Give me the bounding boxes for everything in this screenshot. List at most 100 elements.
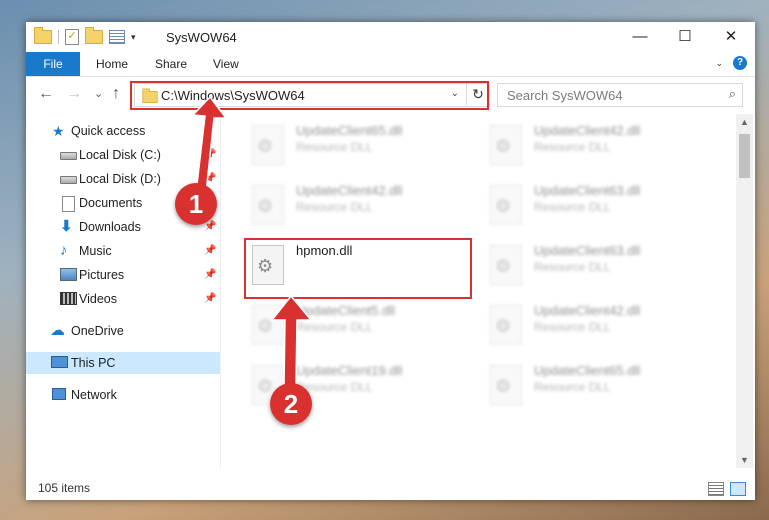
ribbon-right-controls: ⌄ ?	[715, 56, 747, 70]
file-item[interactable]: UpdateClient42.dll Resource DLL	[486, 300, 706, 352]
recent-locations-button[interactable]: ⌄	[94, 87, 103, 100]
sidebar-item-videos[interactable]: Videos 📌	[26, 288, 220, 310]
file-name: UpdateClient63.dll	[534, 243, 641, 258]
file-item[interactable]: UpdateClient65.dll Resource DLL	[486, 360, 706, 412]
sidebar-item-pictures[interactable]: Pictures 📌	[26, 264, 220, 286]
scroll-thumb[interactable]	[739, 134, 750, 178]
window-title: SysWOW64	[166, 30, 237, 45]
file-type: Resource DLL	[296, 320, 373, 334]
star-icon: ★	[52, 123, 65, 139]
tab-share[interactable]: Share	[155, 52, 187, 76]
dll-file-icon	[252, 305, 284, 345]
dll-file-icon	[252, 125, 284, 165]
new-folder-icon[interactable]	[85, 27, 103, 44]
tab-view[interactable]: View	[213, 52, 239, 76]
pin-icon[interactable]: 📌	[204, 144, 216, 166]
minimize-button[interactable]: —	[617, 22, 663, 52]
pin-icon[interactable]: 📌	[204, 264, 216, 286]
expand-ribbon-chevron-icon[interactable]: ⌄	[715, 58, 723, 69]
scroll-down-arrow-icon[interactable]: ▼	[740, 455, 749, 465]
file-type: Resource DLL	[296, 200, 373, 214]
large-icons-view-icon[interactable]	[730, 482, 746, 496]
file-name: UpdateClient42.dll	[296, 183, 403, 198]
file-item[interactable]: UpdateClient42.dll Resource DLL	[248, 180, 468, 232]
dll-file-icon	[490, 125, 522, 165]
file-type: Resource DLL	[534, 260, 611, 274]
file-type: Resource DLL	[534, 320, 611, 334]
sidebar-item-label: Quick access	[71, 124, 146, 138]
dll-file-icon	[490, 185, 522, 225]
sidebar-item-label: Videos	[79, 292, 117, 306]
dll-file-icon	[490, 245, 522, 285]
file-name: UpdateClient42.dll	[534, 303, 641, 318]
tab-file[interactable]: File	[26, 52, 80, 76]
file-type: Resource DLL	[534, 140, 611, 154]
status-bar: 105 items	[26, 476, 755, 500]
file-item[interactable]: UpdateClient63.dll Resource DLL	[486, 240, 706, 292]
vertical-scrollbar[interactable]: ▲ ▼	[736, 114, 753, 468]
sidebar-item-label: Music	[79, 244, 112, 258]
file-item[interactable]: UpdateClient65.dll Resource DLL	[248, 120, 468, 172]
navigation-pane: ★ Quick access Local Disk (C:) 📌 Local D…	[26, 114, 221, 468]
item-count: 105 items	[38, 481, 91, 495]
sidebar-item-label: Documents	[79, 196, 143, 210]
help-icon[interactable]: ?	[733, 56, 747, 70]
network-icon	[52, 388, 66, 400]
properties-icon[interactable]	[109, 30, 125, 44]
drive-icon	[60, 176, 77, 184]
search-input[interactable]: Search SysWOW64	[507, 88, 623, 103]
scroll-up-arrow-icon[interactable]: ▲	[740, 117, 749, 127]
file-name: UpdateClient65.dll	[534, 363, 641, 378]
file-highlight	[244, 238, 472, 299]
details-view-icon[interactable]	[708, 482, 724, 496]
sidebar-item-music[interactable]: ♪ Music 📌	[26, 240, 220, 262]
file-type: Resource DLL	[534, 380, 611, 394]
sidebar-item-label: This PC	[71, 356, 116, 370]
file-name: UpdateClient65.dll	[296, 123, 403, 138]
documents-icon	[62, 196, 75, 212]
file-name: UpdateClient19.dll	[296, 363, 403, 378]
sidebar-item-label: Local Disk (C:)	[79, 148, 161, 162]
videos-icon	[60, 292, 77, 305]
maximize-button[interactable]: ☐	[662, 22, 708, 52]
music-icon: ♪	[60, 242, 68, 259]
toolbar-separator	[58, 30, 59, 44]
search-box[interactable]: Search SysWOW64 ⌕	[497, 83, 743, 107]
ribbon-tabs: File Home Share View ⌄ ?	[26, 52, 755, 77]
up-button[interactable]: ↑	[112, 85, 120, 103]
title-bar: ✓ ▾ SysWOW64 — ☐ ✕	[26, 22, 755, 52]
address-bar-highlight	[130, 81, 489, 110]
drive-icon	[60, 152, 77, 160]
file-type: Resource DLL	[534, 200, 611, 214]
step-2-badge: 2	[270, 383, 312, 425]
file-name: UpdateClient42.dll	[534, 123, 641, 138]
computer-icon	[51, 356, 68, 368]
sidebar-item-this-pc[interactable]: This PC	[26, 352, 220, 374]
sidebar-item-label: Downloads	[79, 220, 141, 234]
back-button[interactable]: ←	[38, 85, 54, 103]
sidebar-item-onedrive[interactable]: ☁ OneDrive	[26, 320, 220, 342]
folder-icon[interactable]	[34, 27, 52, 44]
step-1-badge: 1	[175, 183, 217, 225]
pin-icon[interactable]: 📌	[204, 240, 216, 262]
download-icon: ⬇	[60, 218, 73, 235]
quick-access-toolbar: ✓ ▾	[34, 27, 136, 46]
properties-check-icon[interactable]: ✓	[65, 29, 79, 45]
forward-button[interactable]: →	[66, 85, 82, 103]
file-item[interactable]: UpdateClient5.dll Resource DLL	[248, 300, 468, 352]
tab-home[interactable]: Home	[96, 52, 128, 76]
file-item[interactable]: UpdateClient63.dll Resource DLL	[486, 180, 706, 232]
sidebar-item-network[interactable]: Network	[26, 384, 220, 406]
sidebar-item-label: Local Disk (D:)	[79, 172, 161, 186]
dll-file-icon	[252, 185, 284, 225]
pin-icon[interactable]: 📌	[204, 288, 216, 310]
customize-toolbar-dropdown-icon[interactable]: ▾	[131, 32, 136, 43]
close-button[interactable]: ✕	[708, 22, 754, 52]
sidebar-item-label: Pictures	[79, 268, 125, 282]
sidebar-item-quick-access[interactable]: ★ Quick access	[26, 120, 220, 142]
pictures-icon	[60, 268, 77, 281]
search-icon[interactable]: ⌕	[729, 86, 736, 102]
file-name: UpdateClient63.dll	[534, 183, 641, 198]
sidebar-item-local-disk-c[interactable]: Local Disk (C:) 📌	[26, 144, 220, 166]
file-item[interactable]: UpdateClient42.dll Resource DLL	[486, 120, 706, 172]
